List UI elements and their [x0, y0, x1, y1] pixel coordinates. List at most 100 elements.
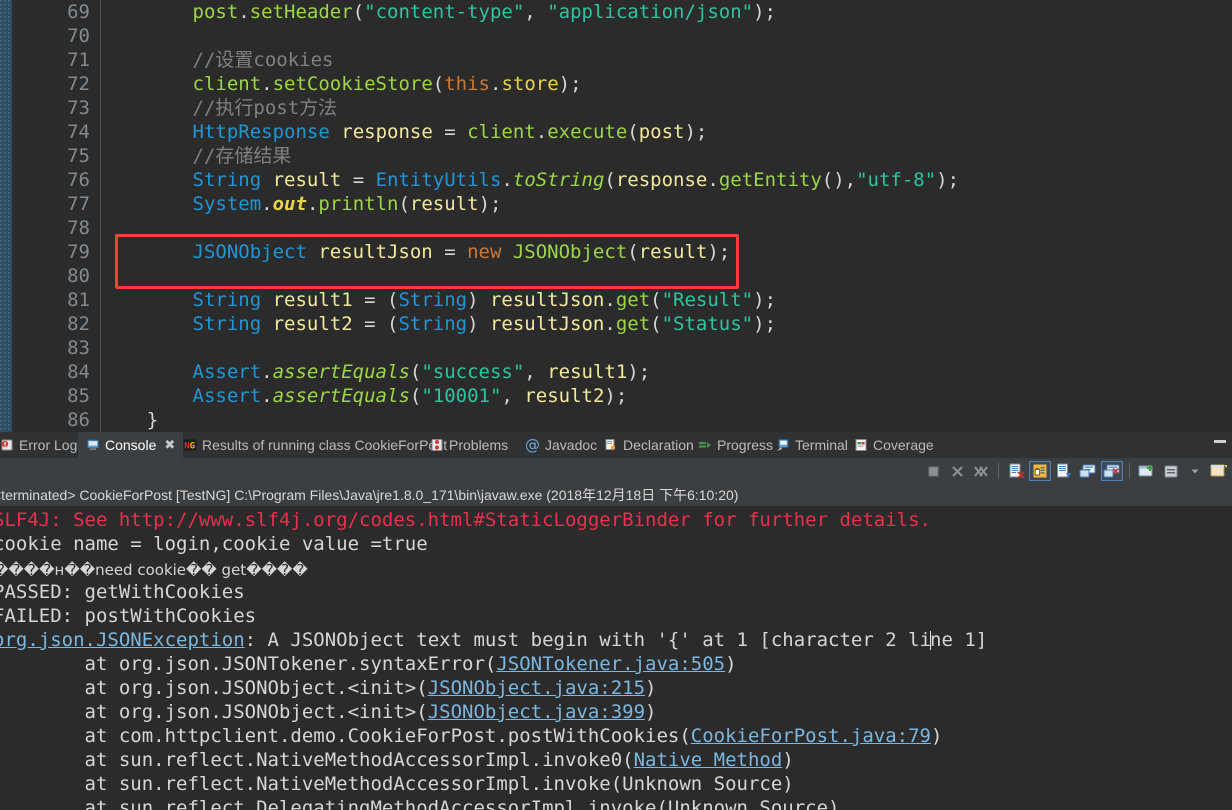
exception-message: : A JSONObject text must begin with '{' … — [244, 629, 932, 651]
line-number: 76 — [67, 169, 90, 191]
java-code-editor[interactable]: 69 70 71 72 73 74 75 76 77 78 79 80 81 8… — [0, 0, 1232, 432]
line-number: 84 — [67, 361, 90, 383]
double-x-icon — [973, 465, 988, 477]
display-selected-console-button[interactable] — [1077, 461, 1099, 481]
minimize-view-icon — [1210, 464, 1227, 477]
source-link[interactable]: JSONObject.java:215 — [428, 677, 645, 699]
code-line-85: Assert.assertEquals("10001", result2); — [192, 385, 628, 407]
trace-suffix: ) — [931, 725, 943, 747]
minimize-view-button[interactable] — [1208, 461, 1230, 481]
close-icon[interactable]: ✖ — [164, 437, 175, 453]
trace-prefix: at sun.reflect.NativeMethodAccessorImpl.… — [0, 749, 634, 771]
tab-error-log[interactable]: Error Log — [0, 432, 85, 458]
code-line-73: //执行post方法 — [101, 97, 338, 119]
tab-declaration[interactable]: Declaration — [596, 432, 702, 458]
console-line-garbled: ����н��need cookie�� get���� — [0, 561, 308, 579]
launch-status-line: <terminated> CookieForPost [TestNG] C:\P… — [0, 484, 1232, 507]
open-console-button[interactable] — [1101, 461, 1123, 481]
tab-javadoc[interactable]: @ Javadoc — [517, 432, 605, 458]
lock-icon — [1033, 464, 1047, 478]
separator-1 — [998, 463, 999, 479]
console-line-slf4j: SLF4J: See http://www.slf4j.org/codes.ht… — [0, 509, 931, 531]
code-line-79: JSONObject resultJson = new JSONObject(r… — [192, 241, 731, 263]
tab-coverage[interactable]: Coverage — [846, 432, 942, 458]
code-line-76: String result = EntityUtils.toString(res… — [192, 169, 960, 191]
line-number: 82 — [67, 313, 90, 335]
tab-console[interactable]: Console ✖ — [78, 432, 184, 458]
pin-console-button[interactable] — [1053, 461, 1075, 481]
source-link[interactable]: JSONObject.java:399 — [428, 701, 645, 723]
console-line-trace-3: at org.json.JSONObject.<init>(JSONObject… — [0, 700, 657, 724]
console-line-trace-1: at org.json.JSONTokener.syntaxError(JSON… — [0, 652, 737, 676]
remove-launch-button[interactable] — [946, 461, 968, 481]
chevron-down-icon — [1191, 469, 1199, 474]
tab-label: Progress — [717, 437, 774, 453]
launch-status-text: <terminated> CookieForPost [TestNG] C:\P… — [0, 487, 739, 503]
view-menu-arrow[interactable] — [1184, 461, 1206, 481]
exception-class-link[interactable]: org.json.JSONException — [0, 629, 245, 651]
terminal-icon — [777, 439, 789, 451]
line-number: 81 — [67, 289, 90, 311]
trace-prefix: at org.json.JSONObject.<init>( — [0, 701, 428, 723]
minimize-button[interactable] — [1214, 440, 1226, 443]
console-line-trace-7: at sun.reflect.DelegatingMethodAccessorI… — [0, 797, 840, 810]
console-line-failed: FAILED: postWithCookies — [0, 605, 257, 627]
coverage-icon — [855, 439, 867, 451]
console-output-area[interactable]: SLF4J: See http://www.slf4j.org/codes.ht… — [0, 506, 1232, 810]
editor-code-area[interactable]: post.setHeader("content-type", "applicat… — [101, 0, 1232, 432]
line-number: 79 — [67, 241, 90, 263]
scroll-lock-button[interactable] — [1029, 461, 1051, 481]
source-link[interactable]: JSONTokener.java:505 — [496, 653, 725, 675]
console-line-trace-6: at sun.reflect.NativeMethodAccessorImpl.… — [0, 773, 794, 795]
line-number: 77 — [67, 193, 90, 215]
trace-suffix: ) — [645, 677, 657, 699]
terminate-button[interactable] — [922, 461, 944, 481]
tab-label: Terminal — [795, 437, 848, 453]
pin-console-icon — [1056, 463, 1071, 478]
line-number: 80 — [67, 265, 90, 287]
source-link[interactable]: Native Method — [634, 749, 783, 771]
tab-label: Results of running class CookieForPost — [202, 437, 448, 453]
line-number: 75 — [67, 145, 90, 167]
source-link[interactable]: CookieForPost.java:79 — [691, 725, 931, 747]
x-icon — [951, 465, 963, 477]
separator-2 — [1129, 463, 1130, 479]
trace-suffix: ) — [725, 653, 737, 675]
eclipse-ide-window: 69 70 71 72 73 74 75 76 77 78 79 80 81 8… — [0, 0, 1232, 810]
clear-console-button[interactable] — [1005, 461, 1027, 481]
line-number: 83 — [67, 337, 90, 359]
console-line-passed: PASSED: getWithCookies — [0, 581, 245, 603]
code-line-81: String result1 = (String) resultJson.get… — [192, 289, 777, 311]
testng-icon: N G — [183, 439, 197, 452]
view-menu-button[interactable] — [1160, 461, 1182, 481]
trace-suffix: ) — [645, 701, 657, 723]
editor-line-number-gutter: 69 70 71 72 73 74 75 76 77 78 79 80 81 8… — [12, 0, 101, 432]
tab-terminal[interactable]: Terminal — [768, 432, 856, 458]
new-view-icon — [1138, 465, 1153, 477]
error-log-icon — [1, 439, 13, 451]
view-tab-bar: Error Log Console ✖ N G Results of runni… — [0, 432, 1232, 458]
problems-icon — [431, 439, 443, 451]
trace-prefix: at org.json.JSONTokener.syntaxError( — [0, 653, 497, 675]
new-console-view-button[interactable] — [1136, 461, 1158, 481]
console-line-trace-2: at org.json.JSONObject.<init>(JSONObject… — [0, 676, 657, 700]
trace-prefix: at com.httpclient.demo.CookieForPost.pos… — [0, 725, 691, 747]
line-number: 73 — [67, 97, 90, 119]
tab-problems[interactable]: Problems — [422, 432, 516, 458]
line-number: 85 — [67, 385, 90, 407]
tab-results-of-running-class[interactable]: N G Results of running class CookieForPo… — [175, 432, 455, 458]
code-line-86: } — [101, 409, 159, 431]
declaration-icon — [605, 439, 615, 450]
svg-text:G: G — [190, 442, 195, 452]
code-line-74: HttpResponse response = client.execute(p… — [192, 121, 708, 143]
tab-label: Problems — [449, 437, 509, 453]
progress-icon — [699, 442, 711, 448]
line-number: 71 — [67, 49, 90, 71]
tab-label: Declaration — [623, 437, 694, 453]
line-number: 78 — [67, 217, 90, 239]
bottom-view-panel: Error Log Console ✖ N G Results of runni… — [0, 432, 1232, 810]
display-console-icon — [1079, 464, 1096, 477]
remove-all-terminated-button[interactable] — [970, 461, 992, 481]
editor-marker-column[interactable] — [0, 0, 12, 432]
tab-label: Coverage — [873, 437, 934, 453]
